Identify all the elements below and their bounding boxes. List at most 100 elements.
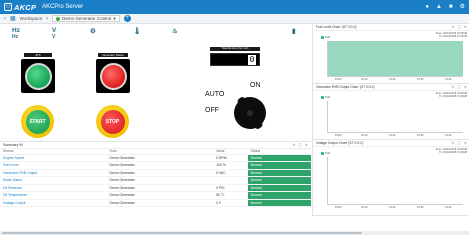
- expand-icon[interactable]: ▢: [458, 141, 461, 145]
- runtime-value: 0: [248, 55, 256, 65]
- frequency-icon[interactable]: Hz: [12, 27, 20, 34]
- close-icon[interactable]: ✕: [305, 143, 308, 147]
- x-tick: 15:10: [361, 134, 368, 137]
- chart-actions: ↻ ▢ ✕: [452, 85, 467, 89]
- table-row[interactable]: Voltage Output Demo Generator 0 V Normal: [0, 199, 311, 207]
- akcp-logo[interactable]: □ AKCP: [4, 3, 36, 12]
- row-sensor: Fuel Level: [0, 161, 107, 170]
- x-tick: 15:40: [445, 78, 452, 81]
- generator-status-lamp: [99, 62, 127, 90]
- start-button[interactable]: START: [21, 105, 54, 138]
- speaker-icon[interactable]: ▲: [436, 3, 442, 11]
- mode-selector-knob[interactable]: [234, 95, 266, 131]
- voltage-icon-2[interactable]: V: [52, 34, 55, 40]
- row-status: Normal: [247, 169, 311, 177]
- runtime-display: 0: [210, 53, 260, 66]
- add-desktop-button[interactable]: +: [123, 15, 131, 22]
- close-icon[interactable]: ✕: [464, 25, 467, 29]
- user-icon[interactable]: ■: [449, 3, 453, 11]
- generator-status-lamp-box: [96, 59, 130, 93]
- oil-can-icon[interactable]: ♨: [172, 27, 178, 35]
- legend-swatch: [321, 95, 324, 99]
- expand-icon[interactable]: ▢: [458, 25, 461, 29]
- summary-header: Summary W ↻ ▢ ✕: [0, 142, 311, 149]
- desktop-selector-label: Demo Generator Control: [62, 15, 112, 21]
- close-icon[interactable]: ✕: [464, 85, 467, 89]
- chart-legend[interactable]: Unit: [321, 95, 330, 99]
- table-row[interactable]: Engine Speed Demo Generator 0 RPM Normal: [0, 154, 311, 162]
- chart-range-to: To: 04/13/2018 15:48:48: [439, 35, 467, 38]
- row-status: Normal: [247, 191, 311, 200]
- expand-icon[interactable]: ▢: [299, 143, 302, 147]
- scrollbar-thumb[interactable]: [2, 232, 362, 234]
- desktop-selector[interactable]: Demo Generator Control ▾: [52, 15, 120, 22]
- engine-icon[interactable]: ⚙: [90, 27, 96, 35]
- chevron-down-icon: ▾: [113, 15, 116, 21]
- refresh-icon[interactable]: ↻: [452, 25, 455, 29]
- settings-icon[interactable]: ⚙: [460, 3, 465, 11]
- chart-actions: ↻ ▢ ✕: [452, 141, 467, 145]
- legend-label: Unit: [325, 151, 330, 155]
- table-row[interactable]: Oil Temperature Demo Generator 50 °C Nor…: [0, 191, 311, 200]
- table-row[interactable]: Generator RVB Output Demo Generator 0 VA…: [0, 169, 311, 177]
- row-host: Demo Generator: [106, 161, 214, 170]
- frequency-icon-2[interactable]: Hz: [12, 34, 18, 40]
- app-title: AKCPro Server: [42, 4, 84, 10]
- refresh-icon[interactable]: ↻: [452, 141, 455, 145]
- row-sensor: Oil Temperature: [0, 191, 107, 200]
- x-tick: 15:10: [361, 206, 368, 209]
- expand-icon[interactable]: ▢: [458, 85, 461, 89]
- charts-column: Fuel Level Chart '(ST 0:0:1)' ↻ ▢ ✕ From…: [312, 24, 469, 216]
- back-arrow-icon[interactable]: ‹: [4, 16, 6, 22]
- chart-actions: ↻ ▢ ✕: [452, 25, 467, 29]
- voltage-icon[interactable]: V: [52, 27, 56, 34]
- row-host: Demo Generator: [106, 154, 214, 162]
- row-value: 100 %: [213, 161, 248, 170]
- stop-button[interactable]: STOP: [96, 105, 129, 138]
- refresh-icon[interactable]: ↻: [293, 143, 296, 147]
- temperature-icon[interactable]: 🌡: [133, 27, 141, 35]
- x-tick: 15:20: [389, 78, 396, 81]
- x-tick: 15:30: [417, 206, 424, 209]
- toolbar: ‹ ▦ Workspace › Demo Generator Control ▾…: [0, 14, 469, 24]
- row-sensor: Voltage Output: [0, 199, 107, 207]
- row-sensor: Oil Pressure: [0, 184, 107, 192]
- row-status: Normal: [247, 199, 311, 207]
- fuel-level-chart-widget: Fuel Level Chart '(ST 0:0:1)' ↻ ▢ ✕ From…: [313, 24, 469, 84]
- chart-legend[interactable]: Unit: [321, 35, 330, 39]
- ats-label: ATS: [24, 53, 52, 57]
- bell-icon[interactable]: ●: [425, 3, 429, 11]
- grid-icon[interactable]: ▦: [10, 15, 16, 22]
- table-row[interactable]: Fuel Level Demo Generator 100 % Normal: [0, 161, 311, 170]
- knob-center: [247, 110, 253, 116]
- chart-range-to: To: 04/13/2018 15:48:48: [439, 151, 467, 154]
- switch-off-label: OFF: [205, 107, 219, 114]
- row-value: 50 °C: [213, 191, 248, 200]
- close-icon[interactable]: ✕: [464, 141, 467, 145]
- x-tick: 15:06: [335, 78, 342, 81]
- row-value: 0 VAC: [213, 169, 248, 177]
- x-tick: 15:30: [417, 134, 424, 137]
- legend-swatch: [321, 151, 324, 155]
- legend-label: Unit: [325, 35, 330, 39]
- table-row[interactable]: Mode Status Demo Generator Normal: [0, 176, 311, 185]
- chart-title: Fuel Level Chart '(ST 0:0:1)': [316, 25, 357, 29]
- top-bar: □ AKCP AKCPro Server ● ▲ ■ ⚙: [0, 0, 469, 14]
- row-status: Normal: [247, 154, 311, 162]
- chart-header: Voltage Output Chart '(ST 0:0:1)' ↻ ▢ ✕: [313, 140, 469, 147]
- legend-swatch: [321, 35, 324, 39]
- logo-text: AKCP: [14, 2, 37, 12]
- battery-icon[interactable]: ▮: [292, 27, 296, 35]
- workspace-breadcrumb[interactable]: Workspace: [20, 16, 42, 21]
- summary-actions: ↻ ▢ ✕: [293, 143, 308, 147]
- refresh-icon[interactable]: ↻: [452, 85, 455, 89]
- chart-legend[interactable]: Unit: [321, 151, 330, 155]
- chart-title: Voltage Output Chart '(ST 0:0:1)': [316, 141, 364, 145]
- generator-status-label: Generator Status: [98, 53, 128, 57]
- table-row[interactable]: Oil Pressure Demo Generator 0 PSI Normal: [0, 184, 311, 192]
- row-status: Normal: [247, 176, 311, 185]
- row-host: Demo Generator: [106, 199, 214, 207]
- desktop-status-icon: [56, 16, 61, 21]
- row-value: 0 V: [213, 199, 248, 207]
- horizontal-scrollbar[interactable]: [0, 231, 469, 235]
